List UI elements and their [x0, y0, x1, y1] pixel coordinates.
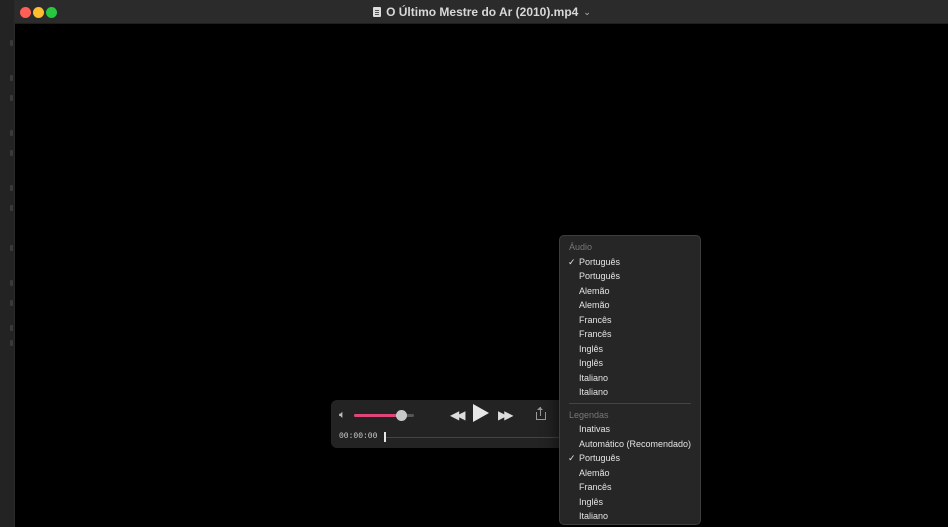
background-glyph: [10, 75, 13, 81]
audio-item[interactable]: ✓Português: [560, 255, 700, 270]
subtitle-item-label: Português: [579, 453, 621, 463]
audio-item[interactable]: ✓Francês: [560, 327, 700, 342]
volume-fill: [354, 414, 401, 417]
checkmark-icon: ✓: [568, 256, 576, 267]
audio-item-label: Francês: [579, 314, 612, 325]
subtitle-item[interactable]: ✓Automático (Recomendado): [560, 437, 700, 452]
subtitle-item-label: Italiano: [579, 511, 609, 521]
audio-item[interactable]: ✓Alemão: [560, 298, 700, 313]
audio-item-label: Francês: [579, 329, 612, 339]
checkmark-icon: ✓: [568, 453, 576, 463]
audio-list: ✓Português✓Português✓Alemão✓Alemão✓Franc…: [560, 255, 700, 400]
audio-item[interactable]: ✓Italiano: [560, 371, 700, 386]
subtitle-item-label: Inglês: [579, 496, 604, 507]
share-button[interactable]: [535, 407, 547, 421]
audio-item-label: Português: [579, 256, 621, 267]
background-glyph: [10, 40, 13, 46]
volume-slider[interactable]: [354, 410, 414, 421]
fast-forward-button[interactable]: ▶▶: [498, 408, 514, 422]
subtitle-item-label: Automático (Recomendado): [579, 438, 692, 449]
audio-item[interactable]: ✓Português: [560, 269, 700, 284]
rewind-button[interactable]: ◀◀: [450, 408, 466, 422]
subtitle-item-label: Inativas: [579, 424, 611, 434]
subtitle-item-label: Alemão: [579, 467, 610, 478]
title-bar[interactable]: O Último Mestre do Ar (2010).mp4 ⌄: [15, 0, 948, 24]
background-glyph: [10, 300, 13, 306]
subtitle-item-label: Francês: [579, 482, 612, 492]
subtitle-item[interactable]: ✓Italiano: [560, 509, 700, 524]
subtitles-header: Legendas: [569, 409, 609, 420]
volume-icon[interactable]: 🔈︎: [339, 409, 346, 422]
subtitle-item[interactable]: ✓Alemão: [560, 466, 700, 481]
audio-item[interactable]: ✓Italiano: [560, 385, 700, 400]
audio-header: Áudio: [569, 242, 593, 252]
volume-knob[interactable]: [395, 410, 407, 421]
background-app-edge: [0, 0, 14, 527]
audio-item-label: Alemão: [579, 285, 610, 296]
audio-item-label: Inglês: [579, 358, 604, 368]
chevron-down-icon[interactable]: ⌄: [583, 7, 591, 18]
background-glyph: [10, 95, 13, 101]
menu-separator: [569, 402, 691, 404]
audio-item[interactable]: ✓Inglês: [560, 356, 700, 371]
window-title: O Último Mestre do Ar (2010).mp4: [386, 5, 579, 19]
audio-item[interactable]: ✓Francês: [560, 313, 700, 328]
background-glyph: [10, 280, 13, 286]
elapsed-time: 00:00:00: [339, 432, 378, 441]
playhead[interactable]: [384, 432, 386, 442]
background-glyph: [10, 185, 13, 191]
subtitle-item[interactable]: ✓Inglês: [560, 495, 700, 510]
audio-subtitles-menu: Áudio ✓Português✓Português✓Alemão✓Alemão…: [559, 235, 701, 525]
document-icon: [373, 7, 382, 17]
background-glyph: [10, 245, 13, 251]
window-title-group[interactable]: O Último Mestre do Ar (2010).mp4 ⌄: [15, 0, 948, 24]
audio-item-label: Italiano: [579, 372, 609, 383]
share-icon: [536, 412, 546, 420]
audio-item-label: Inglês: [579, 343, 604, 354]
audio-item-label: Italiano: [579, 387, 609, 397]
audio-item[interactable]: ✓Alemão: [560, 284, 700, 299]
audio-item-label: Português: [579, 271, 621, 281]
audio-item-label: Alemão: [579, 300, 610, 310]
subtitles-list: ✓Inativas✓Automático (Recomendado)✓Portu…: [560, 422, 700, 524]
background-glyph: [10, 205, 13, 211]
playback-controls: 🔈︎ ◀◀ ▶▶ 00:00:00: [331, 400, 571, 448]
background-glyph: [10, 340, 13, 346]
background-glyph: [10, 130, 13, 136]
subtitle-item[interactable]: ✓ Português: [560, 451, 700, 466]
play-button[interactable]: [473, 404, 489, 422]
scrubber-track[interactable]: [385, 437, 565, 438]
audio-item[interactable]: ✓Inglês: [560, 342, 700, 357]
video-area[interactable]: [15, 24, 948, 527]
background-glyph: [10, 150, 13, 156]
subtitle-item[interactable]: ✓Francês: [560, 480, 700, 495]
background-glyph: [10, 325, 13, 331]
subtitle-item[interactable]: ✓Inativas: [560, 422, 700, 437]
